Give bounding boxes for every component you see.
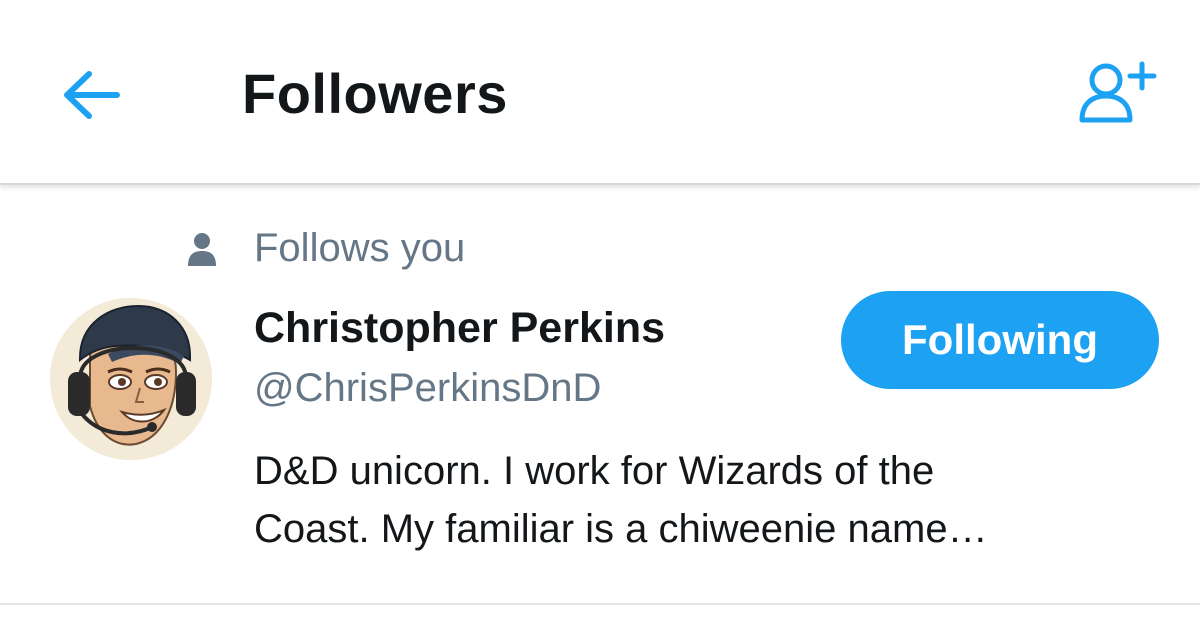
- follower-handle: @ChrisPerkinsDnD: [254, 366, 602, 410]
- back-button[interactable]: [58, 66, 124, 124]
- bio-line: Coast. My familiar is a chiweenie name…: [254, 507, 988, 551]
- page-title: Followers: [242, 62, 508, 125]
- follower-bio: D&D unicorn. I work for Wizards of the C…: [254, 442, 1164, 558]
- arrow-left-icon: [64, 71, 120, 119]
- follows-you-label: Follows you: [254, 226, 466, 270]
- add-user-button[interactable]: [1072, 52, 1168, 130]
- follower-name[interactable]: Christopher Perkins: [254, 300, 665, 356]
- avatar[interactable]: [50, 298, 212, 460]
- person-icon: [188, 233, 216, 266]
- bio-line: D&D unicorn. I work for Wizards of the: [254, 449, 935, 493]
- add-user-icon: [1079, 61, 1157, 123]
- cartoon-avatar-with-headset: [50, 298, 212, 460]
- top-app-bar: Followers: [0, 0, 1200, 185]
- following-button[interactable]: Following: [841, 291, 1159, 389]
